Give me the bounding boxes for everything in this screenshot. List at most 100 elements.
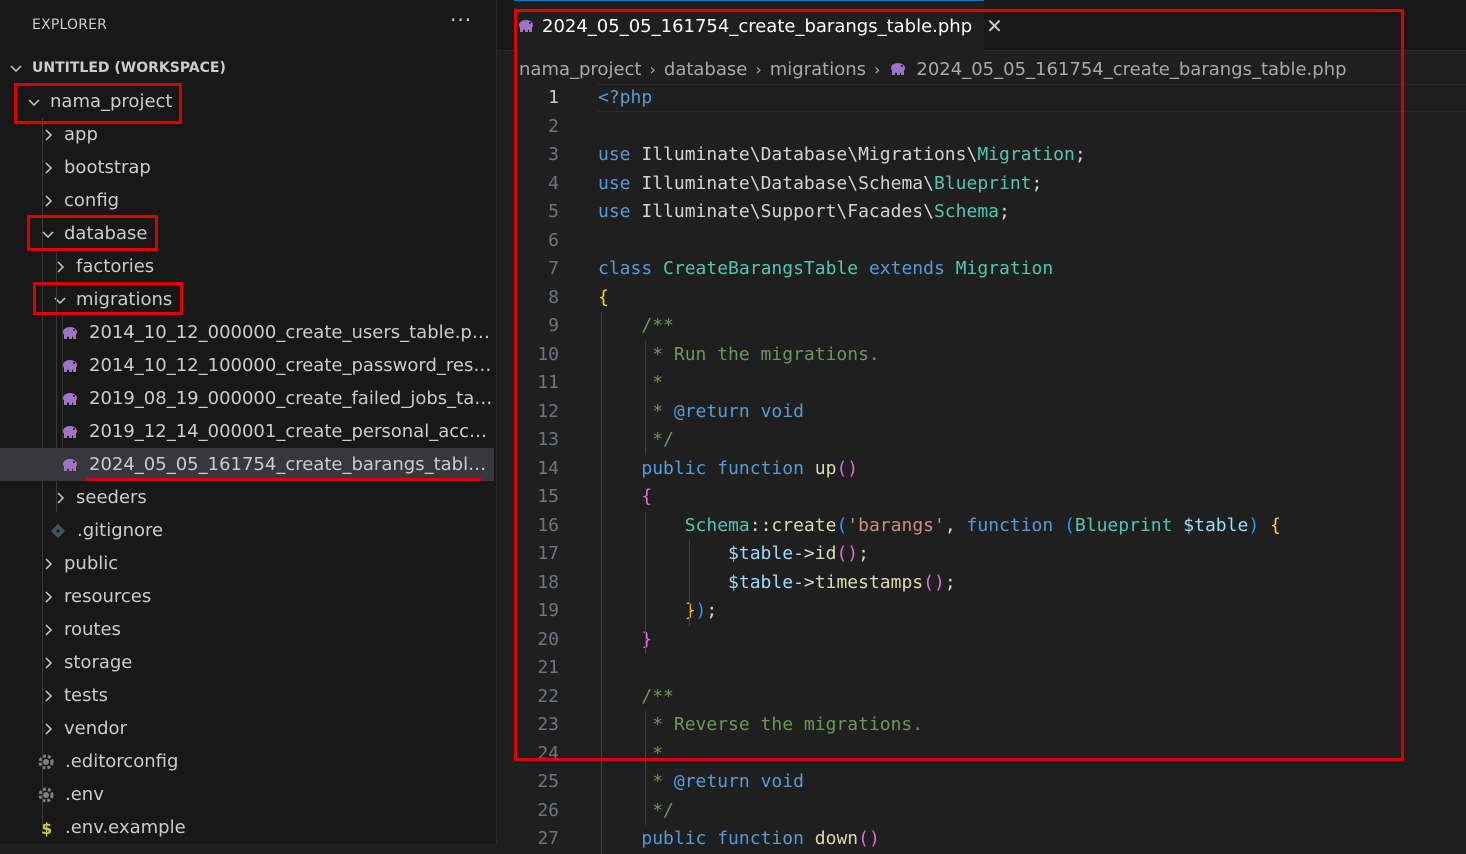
gear-icon: [36, 752, 56, 772]
tree-item-label: 2019_12_14_000001_create_personal_access…: [89, 421, 494, 442]
tree-item-label: migrations: [76, 289, 173, 310]
code-token: function: [717, 457, 815, 479]
breadcrumb-item[interactable]: migrations: [770, 59, 866, 80]
code-line: 27 public function down(): [497, 825, 1466, 854]
code-token: Migration: [955, 258, 1054, 279]
code-token: function: [717, 828, 815, 849]
code-token: 'barangs': [847, 514, 945, 536]
breadcrumb-item[interactable]: nama_project: [519, 59, 641, 80]
tree-file[interactable]: .env: [0, 778, 494, 811]
code-token: {: [598, 286, 609, 308]
annotation-underline-file: [86, 478, 481, 481]
code-token: *: [652, 742, 664, 764]
tree-file[interactable]: 2024_05_05_161754_create_barangs_table.p…: [0, 448, 494, 481]
code-line: 19 });: [497, 597, 1466, 626]
code-text: });: [598, 597, 718, 626]
tree-folder-config[interactable]: config: [0, 184, 494, 217]
code-token: ): [1248, 514, 1260, 536]
code-text: */: [598, 797, 674, 826]
code-token: ,: [944, 514, 967, 536]
code-token: function: [966, 514, 1065, 536]
tree-folder-vendor[interactable]: vendor: [0, 712, 494, 745]
code-token: create: [771, 514, 837, 536]
workspace-header[interactable]: UNTITLED (WORKSPACE): [0, 54, 496, 82]
tree-file[interactable]: 2019_12_14_000001_create_personal_access…: [0, 415, 494, 448]
indent-guide: [689, 540, 690, 626]
tree-folder-storage[interactable]: storage: [0, 646, 494, 679]
tree-file[interactable]: 2014_10_12_100000_create_password_resets…: [0, 349, 494, 382]
line-number: 22: [537, 685, 559, 707]
code-token: id: [814, 543, 837, 564]
tree-file[interactable]: .gitignore: [0, 514, 494, 547]
code-text: * Run the migrations.: [598, 341, 880, 370]
code-line: 23 * Reverse the migrations.: [497, 711, 1466, 740]
code-text: use Illuminate\Support\Facades\Schema;: [598, 198, 1010, 227]
code-token: ->: [793, 571, 815, 593]
tree-file[interactable]: 2014_10_12_000000_create_users_table.php: [0, 316, 494, 349]
tree-folder-factories[interactable]: factories: [0, 250, 494, 283]
line-number: 15: [537, 486, 559, 507]
chevron-down-icon: [52, 292, 68, 308]
code-line: 22 /**: [497, 683, 1466, 712]
code-token: $table: [728, 571, 794, 593]
tree-folder-public[interactable]: public: [0, 547, 494, 580]
code-line: 21: [497, 654, 1466, 683]
line-number: 10: [537, 343, 559, 365]
breadcrumb-item[interactable]: database: [664, 59, 747, 80]
code-line: 4 use Illuminate\Database\Schema\Blueprin…: [497, 170, 1466, 199]
tree-item-label: nama_project: [50, 91, 173, 112]
code-token: Illuminate\Database\Migrations\: [641, 144, 978, 165]
tree-folder-seeders[interactable]: seeders: [0, 481, 494, 514]
tree-folder-migrations[interactable]: migrations: [0, 283, 494, 316]
code-line: 9 /**: [497, 312, 1466, 341]
php-elephant-icon: [60, 422, 80, 442]
code-token: * Reverse the migrations.: [652, 714, 924, 735]
code-text: {: [598, 483, 652, 512]
code-line: 6: [497, 227, 1466, 256]
code-token: extends: [868, 258, 956, 279]
tree-file[interactable]: .editorconfig: [0, 745, 494, 778]
tree-folder-resources[interactable]: resources: [0, 580, 494, 613]
tree-item-label: 2014_10_12_100000_create_password_resets…: [89, 355, 494, 376]
chevron-right-icon: ›: [874, 59, 881, 79]
line-number: 6: [548, 229, 559, 251]
tree-folder-tests[interactable]: tests: [0, 679, 494, 712]
more-actions-icon[interactable]: ···: [450, 8, 472, 32]
code-token: */: [652, 429, 674, 450]
close-icon[interactable]: ✕: [986, 14, 1003, 38]
code-line: 7 class CreateBarangsTable extends Migrat…: [497, 255, 1466, 284]
code-token: up: [814, 457, 837, 479]
tree-folder-nama-project[interactable]: nama_project: [0, 85, 494, 118]
line-number: 25: [537, 771, 559, 792]
indent-guide: [601, 312, 602, 854]
tree-item-label: bootstrap: [64, 157, 151, 178]
line-number: 4: [548, 172, 559, 194]
chevron-down-icon: [26, 94, 42, 110]
tree-folder-database[interactable]: database: [0, 217, 494, 250]
line-number: 9: [548, 315, 559, 336]
tree-folder-bootstrap[interactable]: bootstrap: [0, 151, 494, 184]
php-elephant-icon: [60, 455, 80, 475]
code-token: (): [836, 543, 859, 564]
code-editor[interactable]: 1 <?php 2 3 use Illuminate\Database\Migratio…: [497, 84, 1466, 854]
code-line: 26 */: [497, 797, 1466, 826]
code-token: ;: [999, 201, 1010, 222]
tree-folder-routes[interactable]: routes: [0, 613, 494, 646]
tree-file[interactable]: 2019_08_19_000000_create_failed_jobs_tab…: [0, 382, 494, 415]
php-elephant-icon: [60, 356, 80, 376]
code-token: down: [814, 828, 859, 849]
tab-bar: 2024_05_05_161754_create_barangs_table.p…: [497, 0, 1466, 51]
git-icon: [48, 521, 68, 541]
tree-item-label: routes: [64, 619, 121, 640]
code-line: 10 * Run the migrations.: [497, 341, 1466, 370]
tab-active-file[interactable]: 2024_05_05_161754_create_barangs_table.p…: [514, 0, 1003, 51]
breadcrumb-item[interactable]: 2024_05_05_161754_create_barangs_table.p…: [916, 59, 1346, 80]
tree-folder-app[interactable]: app: [0, 118, 494, 151]
code-line: 11 *: [497, 369, 1466, 398]
tree-file[interactable]: $ .env.example: [0, 811, 494, 844]
code-token: (): [858, 828, 880, 849]
